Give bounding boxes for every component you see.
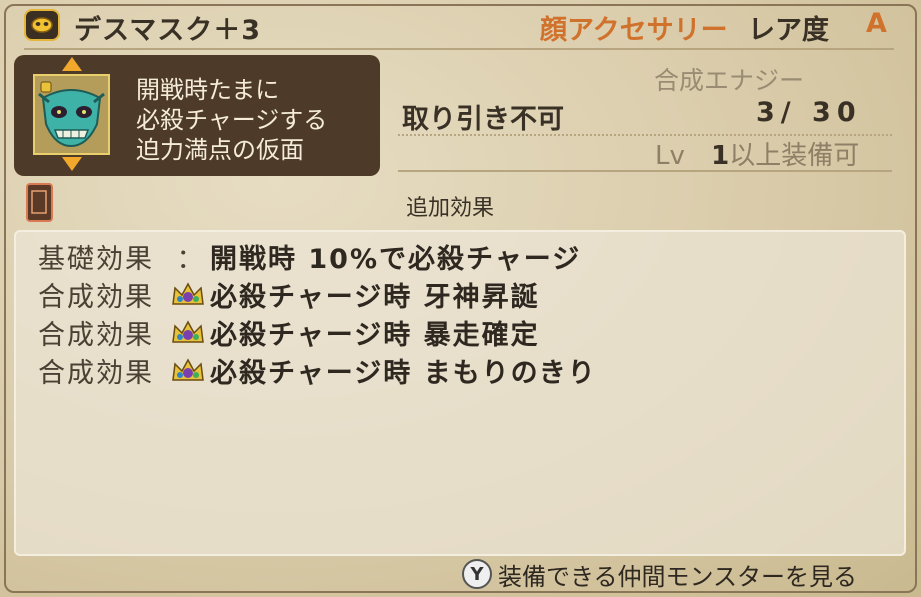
stats-bottom-divider <box>398 170 892 172</box>
level-value: 1 <box>711 141 730 171</box>
crown-icon <box>170 356 210 384</box>
item-category: 顔アクセサリー <box>540 15 728 46</box>
header-divider <box>24 48 894 50</box>
effect-label: 基礎効果 <box>38 243 154 275</box>
crown-icon <box>170 280 210 308</box>
effect-label: 合成効果 <box>38 319 154 351</box>
crown-icon <box>170 318 210 346</box>
view-monsters-label: 装備できる仲間モンスターを見る <box>498 562 858 591</box>
item-name: デスマスク＋3 <box>74 15 261 46</box>
effect-text: 必殺チャージ時 暴走確定 <box>210 319 540 351</box>
level-prefix: Lv <box>655 141 685 171</box>
accessory-category-icon <box>24 9 60 41</box>
effect-label: 合成効果 <box>38 281 154 313</box>
y-button-icon: Y <box>462 559 492 589</box>
arrow-down-icon[interactable] <box>62 157 82 171</box>
effect-colon: ： <box>176 243 204 275</box>
rarity-grade: A <box>866 8 887 39</box>
synthesis-energy-label: 合成エナジー <box>654 66 805 95</box>
effect-label: 合成効果 <box>38 357 154 389</box>
effect-row-synthesis: 合成効果 必殺チャージ時 牙神昇誕 <box>38 276 540 313</box>
book-icon[interactable] <box>26 183 53 222</box>
level-suffix: 以上装備可 <box>729 141 860 171</box>
effect-row-base: 基礎効果 ： 開戦時 10%で必殺チャージ <box>38 238 582 275</box>
effect-text: 必殺チャージ時 牙神昇誕 <box>210 281 540 313</box>
effect-text: 開戦時 10%で必殺チャージ <box>210 243 582 275</box>
view-monsters-button[interactable]: Y 装備できる仲間モンスターを見る <box>462 556 857 592</box>
effect-row-synthesis: 合成効果 必殺チャージ時 暴走確定 <box>38 314 540 351</box>
equip-level: Lv 1以上装備可 <box>655 135 859 172</box>
trade-status: 取り引き不可 <box>402 104 564 135</box>
rarity-label: レア度 <box>748 15 829 46</box>
synthesis-energy-value: 3/ 30 <box>756 97 862 128</box>
arrow-up-icon[interactable] <box>62 57 82 71</box>
death-mask-icon <box>33 74 110 155</box>
additional-effects-title: 追加効果 <box>406 196 495 221</box>
description-line: 迫力満点の仮面 <box>136 136 304 164</box>
effect-text: 必殺チャージ時 まもりのきり <box>210 357 597 389</box>
effect-row-synthesis: 合成効果 必殺チャージ時 まもりのきり <box>38 352 597 389</box>
